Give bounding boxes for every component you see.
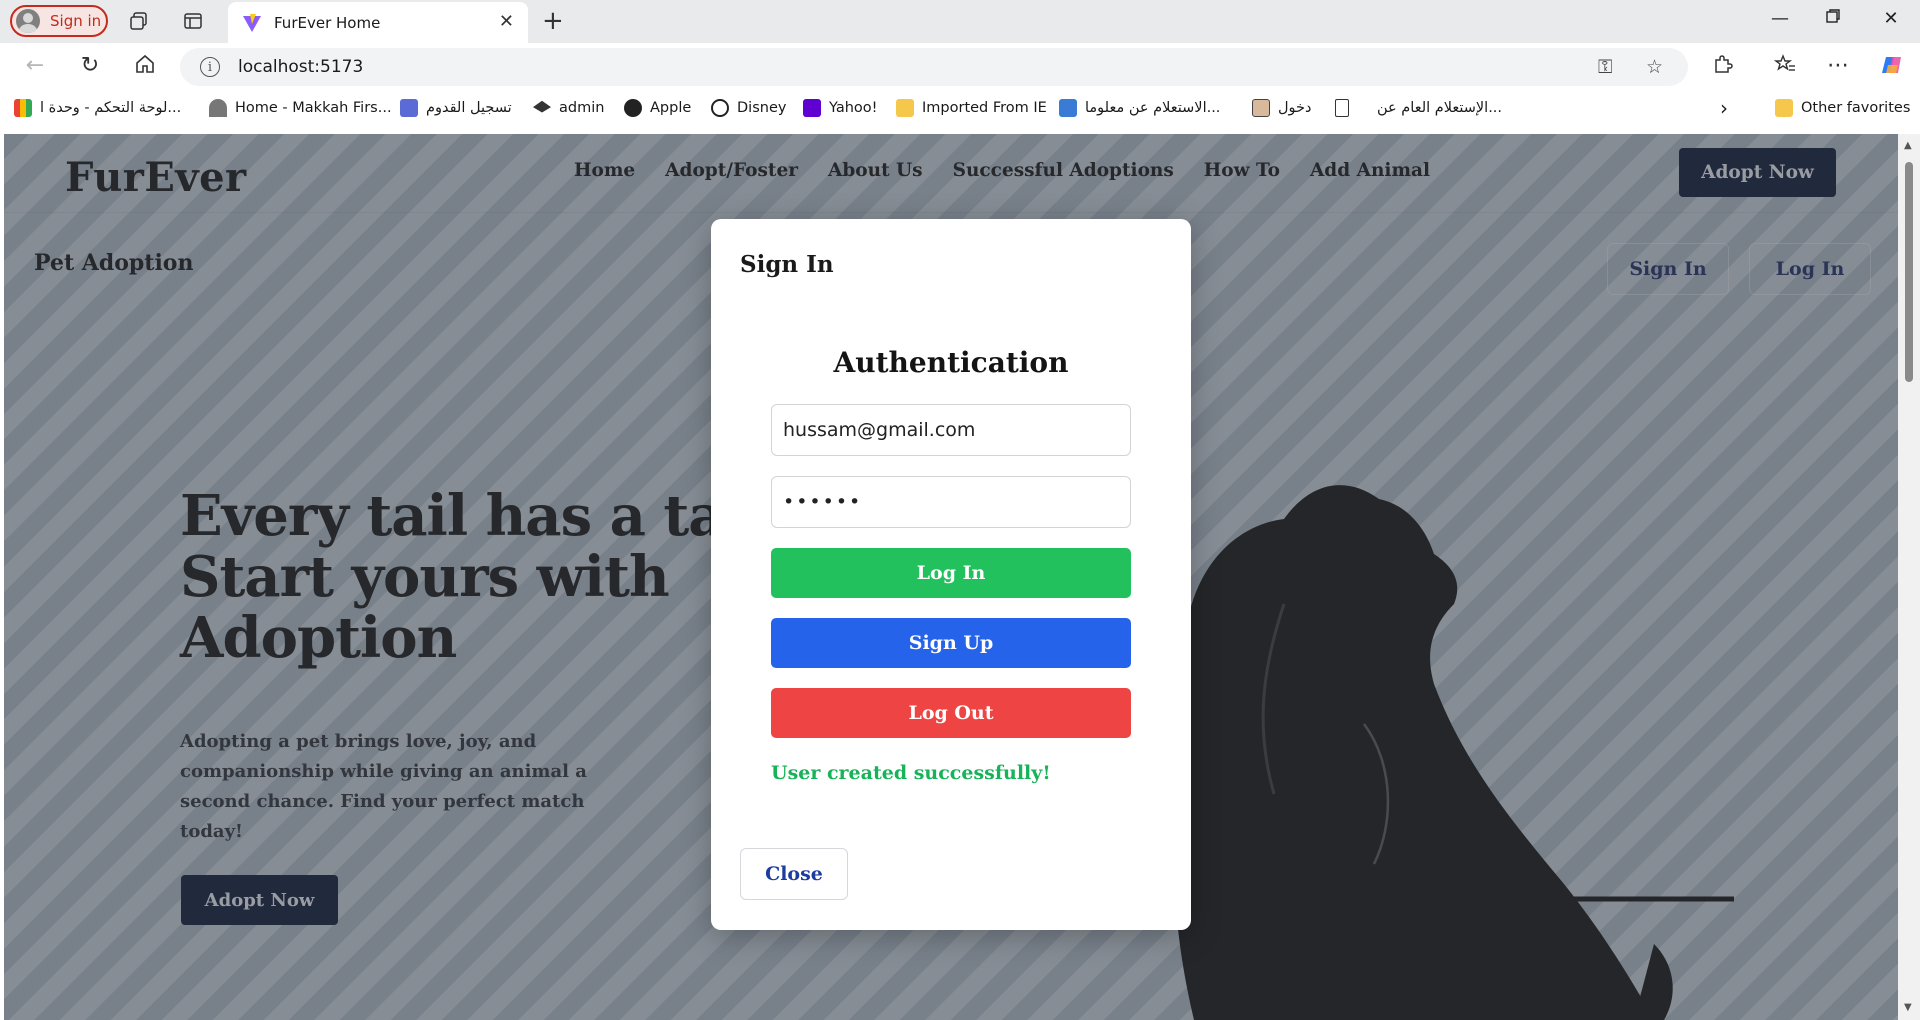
bookmark-item[interactable]: لوحة التحكم - وحدة ا... (14, 99, 181, 117)
modal-close-button[interactable]: Close (740, 848, 848, 900)
modal-log-out-button[interactable]: Log Out (771, 688, 1131, 738)
modal-sign-up-button[interactable]: Sign Up (771, 618, 1131, 668)
more-options-icon[interactable]: ⋯ (1823, 53, 1853, 78)
email-field[interactable] (771, 404, 1131, 456)
copilot-icon[interactable] (1877, 53, 1907, 83)
bookmark-label: admin (559, 100, 605, 116)
bookmark-label: Imported From IE (922, 100, 1047, 116)
favorite-star-icon[interactable]: ☆ (1646, 56, 1663, 78)
active-tab[interactable]: FurEver Home ✕ (228, 2, 528, 43)
bookmark-item[interactable]: admin (533, 99, 604, 117)
folder-icon (1775, 99, 1793, 117)
url-input[interactable]: i localhost:5173 ⚿ ☆ (180, 48, 1688, 86)
bookmark-item[interactable]: الاستعلام عن معلوما... (1059, 99, 1220, 117)
gmail-icon (14, 99, 32, 117)
minimize-icon[interactable]: — (1765, 8, 1795, 29)
other-favorites-label: Other favorites (1801, 100, 1911, 116)
bookmark-item[interactable]: دخول (1252, 99, 1311, 117)
bookmark-label: Yahoo! (829, 100, 878, 116)
image-icon (1252, 99, 1270, 117)
site-info-icon[interactable]: i (200, 57, 220, 77)
scroll-thumb[interactable] (1905, 162, 1913, 382)
bookmark-item[interactable]: Yahoo! (803, 99, 878, 117)
new-tab-icon[interactable]: + (542, 6, 564, 36)
bookmark-label: Apple (650, 100, 692, 116)
disney-icon (711, 99, 729, 117)
workspaces-icon[interactable] (128, 10, 150, 32)
bookmark-label: لوحة التحكم - وحدة ا... (40, 100, 182, 116)
home-icon[interactable] (130, 53, 160, 81)
tab-actions-icon[interactable] (182, 10, 204, 32)
bookmark-item[interactable]: Apple (624, 99, 691, 117)
profile-sign-in-button[interactable]: Sign in (10, 5, 108, 37)
bookmark-label: Disney (737, 100, 787, 116)
apple-icon (624, 99, 642, 117)
page-scrollbar[interactable]: ▲ ▼ (1898, 134, 1920, 1020)
reload-icon[interactable]: ↻ (75, 53, 105, 78)
tab-close-icon[interactable]: ✕ (499, 11, 514, 32)
address-bar-row: ← ↻ i localhost:5173 ⚿ ☆ ⋯ (0, 43, 1920, 90)
bookmark-label: دخول (1278, 100, 1312, 116)
site-icon (1059, 99, 1077, 117)
password-field[interactable] (771, 476, 1131, 528)
url-text: localhost:5173 (238, 57, 364, 77)
modal-title: Sign In (740, 251, 834, 278)
graduation-cap-icon (533, 100, 551, 113)
authentication-heading: Authentication (833, 346, 1069, 379)
site-icon (400, 99, 418, 117)
status-message: User created successfully! (771, 762, 1051, 784)
folder-icon (896, 99, 914, 117)
extensions-icon[interactable] (1708, 53, 1738, 81)
sign-in-modal: Sign In Authentication Log In Sign Up Lo… (711, 219, 1191, 930)
favorites-icon[interactable] (1770, 53, 1800, 81)
vite-favicon-icon (243, 13, 261, 32)
other-favorites[interactable]: Other favorites (1775, 99, 1910, 117)
bookmark-item[interactable]: Home - Makkah Firs... (209, 99, 392, 117)
bookmark-label: Home - Makkah Firs... (235, 100, 392, 116)
bookmark-item[interactable]: الإستعلام العام عن... (1335, 99, 1502, 117)
bird-icon (209, 99, 227, 117)
browser-title-bar: Sign in FurEver Home ✕ + — ✕ (0, 0, 1920, 43)
password-key-icon[interactable]: ⚿ (1598, 56, 1612, 78)
bookmarks-bar: لوحة التحكم - وحدة ا... Home - Makkah Fi… (0, 90, 1920, 130)
bookmark-label: الاستعلام عن معلوما... (1085, 100, 1221, 116)
back-icon[interactable]: ← (20, 53, 50, 78)
yahoo-icon (803, 99, 821, 117)
chevron-right-icon[interactable]: › (1720, 96, 1728, 120)
profile-avatar-icon (16, 9, 40, 33)
tab-title: FurEver Home (274, 13, 381, 32)
scroll-down-icon[interactable]: ▼ (1904, 1002, 1912, 1013)
profile-sign-in-label: Sign in (50, 12, 102, 30)
modal-log-in-button[interactable]: Log In (771, 548, 1131, 598)
bookmark-item[interactable]: Disney (711, 99, 786, 117)
bookmark-label: تسجيل القدوم (426, 100, 512, 116)
file-icon (1335, 99, 1349, 117)
scroll-up-icon[interactable]: ▲ (1904, 140, 1912, 151)
bookmark-label: الإستعلام العام عن... (1377, 100, 1503, 116)
bookmark-item[interactable]: Imported From IE (896, 99, 1047, 117)
bookmark-item[interactable]: تسجيل القدوم (400, 99, 512, 117)
restore-icon[interactable] (1818, 8, 1848, 29)
close-window-icon[interactable]: ✕ (1876, 8, 1906, 29)
